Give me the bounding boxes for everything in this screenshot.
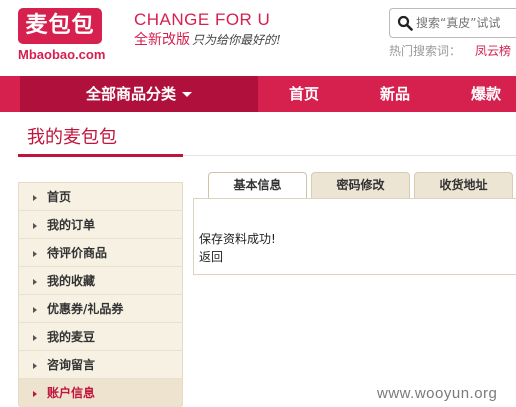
sidebar-item-label: 我的收藏 — [47, 274, 96, 288]
sidebar-item-favorites[interactable]: 我的收藏 — [19, 267, 182, 295]
slogan-cn: 全新改版 只为给你最好的! — [134, 31, 281, 49]
sidebar-item-account-info[interactable]: 账户信息 — [19, 379, 182, 407]
arrow-right-icon — [33, 222, 37, 229]
sidebar-item-label: 我的订单 — [47, 218, 96, 232]
sidebar-item-home[interactable]: 首页 — [19, 183, 182, 211]
slogan-script: 只为给你最好的! — [192, 33, 281, 47]
tab-password[interactable]: 密码修改 — [311, 172, 410, 198]
back-link[interactable]: 返回 — [199, 249, 223, 265]
sidebar-item-to-review[interactable]: 待评价商品 — [19, 239, 182, 267]
nav-item-new[interactable]: 新品 — [380, 76, 410, 112]
all-categories-menu[interactable]: 全部商品分类 — [20, 76, 258, 112]
sidebar-item-orders[interactable]: 我的订单 — [19, 211, 182, 239]
tab-address[interactable]: 收货地址 — [414, 172, 513, 198]
tab-basic-info[interactable]: 基本信息 — [208, 172, 307, 199]
sidebar-item-label: 待评价商品 — [47, 246, 108, 260]
slogan: CHANGE FOR U 全新改版 只为给你最好的! — [134, 11, 281, 49]
arrow-right-icon — [33, 306, 37, 313]
content-panel: 保存资料成功! 返回 — [193, 198, 516, 275]
hot-search-link[interactable]: 凤云榜 — [475, 44, 511, 58]
logo[interactable]: 麦包包 Mbaobao.com — [18, 8, 110, 62]
caret-down-icon — [182, 92, 192, 97]
title-underline — [18, 154, 183, 157]
sidebar-item-label: 首页 — [47, 190, 72, 204]
search-box[interactable] — [389, 8, 516, 38]
slogan-cn-text: 全新改版 — [134, 32, 190, 48]
arrow-right-icon — [33, 194, 37, 201]
sidebar-item-label: 账户信息 — [47, 386, 96, 400]
slogan-en: CHANGE FOR U — [134, 10, 271, 29]
all-categories-label: 全部商品分类 — [85, 85, 176, 103]
success-message: 保存资料成功! — [199, 232, 276, 246]
arrow-right-icon — [33, 362, 37, 369]
search-input[interactable] — [416, 12, 516, 34]
sidebar-item-label: 我的麦豆 — [47, 330, 96, 344]
sidebar-item-messages[interactable]: 咨询留言 — [19, 351, 182, 379]
logo-domain: Mbaobao.com — [18, 47, 106, 62]
account-sidebar: 首页 我的订单 待评价商品 我的收藏 优惠券/礼品券 我的麦豆 咨询留言 账户信… — [18, 182, 183, 407]
nav-item-hot[interactable]: 爆款 — [471, 76, 501, 112]
logo-badge[interactable]: 麦包包 — [18, 8, 102, 44]
hot-search: 热门搜索词： 凤云榜 — [389, 42, 511, 59]
sidebar-item-label: 优惠券/礼品券 — [47, 302, 124, 316]
nav-item-home[interactable]: 首页 — [289, 76, 319, 112]
arrow-right-icon — [33, 250, 37, 257]
watermark: www.wooyun.org — [377, 385, 498, 402]
sidebar-item-label: 咨询留言 — [47, 358, 96, 372]
arrow-right-icon — [33, 334, 37, 341]
arrow-right-icon — [33, 278, 37, 285]
sidebar-item-points[interactable]: 我的麦豆 — [19, 323, 182, 351]
sidebar-item-coupons[interactable]: 优惠券/礼品券 — [19, 295, 182, 323]
arrow-right-icon — [33, 390, 37, 397]
main-nav: 全部商品分类 首页 新品 爆款 — [0, 76, 516, 112]
search-icon[interactable] — [397, 15, 413, 31]
hot-search-label: 热门搜索词： — [389, 44, 462, 58]
page-title: 我的麦包包 — [27, 127, 117, 148]
